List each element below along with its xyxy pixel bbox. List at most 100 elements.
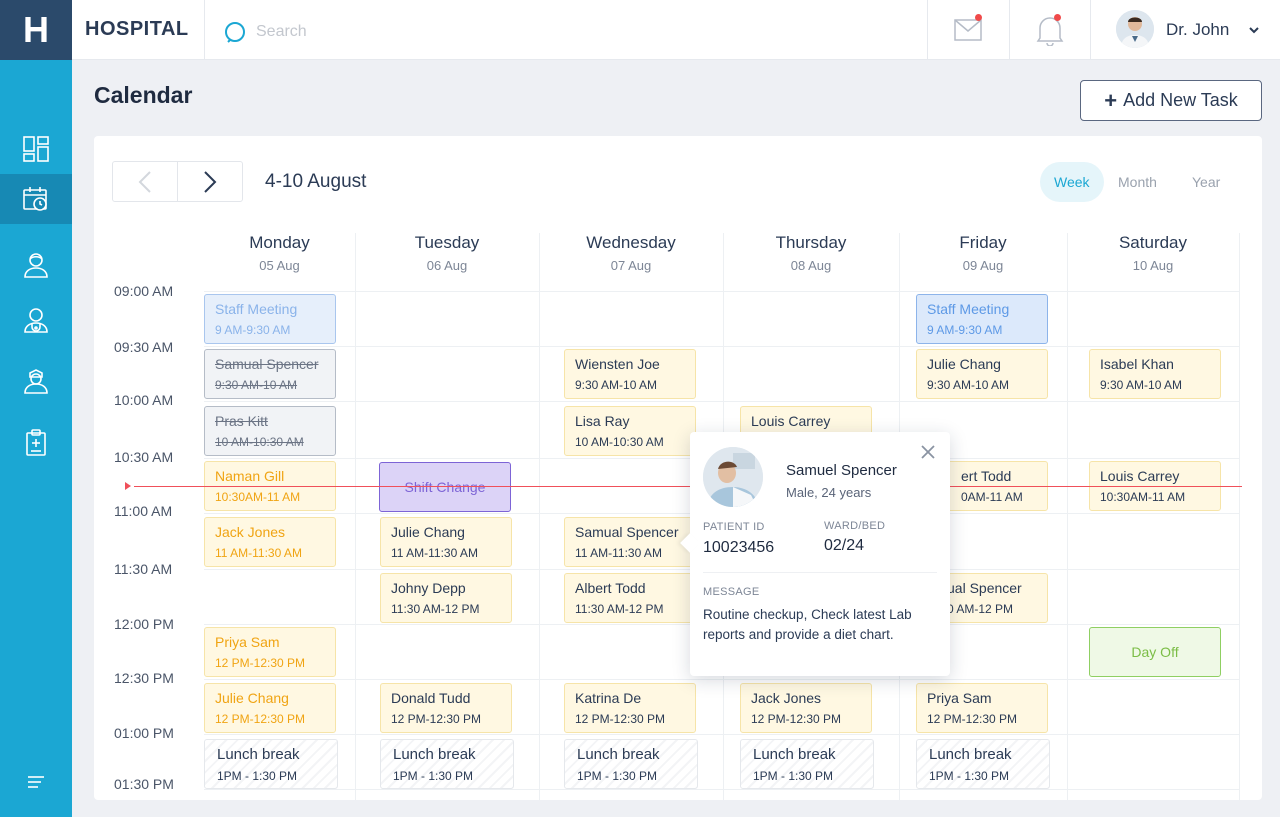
search-input[interactable] [256, 19, 856, 45]
day-header: Wednesday 07 Aug [539, 233, 723, 273]
tab-month[interactable]: Month [1104, 162, 1171, 202]
close-icon[interactable] [920, 444, 936, 460]
tab-year[interactable]: Year [1178, 162, 1234, 202]
event-card[interactable]: Julie Chang 12 PM-12:30 PM [204, 683, 336, 733]
event-title: Priya Sam [927, 690, 992, 706]
grid-line [204, 401, 1240, 402]
event-card[interactable]: Julie Chang 11 AM-11:30 AM [380, 517, 512, 567]
grid-line [1067, 233, 1068, 800]
grid-line [204, 291, 1240, 292]
event-card[interactable]: Donald Tudd 12 PM-12:30 PM [380, 683, 512, 733]
notifications-button[interactable] [1010, 0, 1090, 60]
calendar-clock-icon[interactable] [0, 174, 72, 224]
date-range: 4-10 August [265, 171, 367, 192]
clipboard-icon[interactable] [0, 417, 72, 467]
patient-icon[interactable] [0, 240, 72, 290]
event-title: Katrina De [575, 690, 642, 706]
event-title: Day Off [1131, 644, 1179, 660]
event-card[interactable]: Priya Sam 12 PM-12:30 PM [916, 683, 1048, 733]
prev-week-button[interactable] [113, 162, 178, 201]
time-label: 11:30 AM [114, 561, 173, 577]
event-card[interactable]: Isabel Khan 9:30 AM-10 AM [1089, 349, 1221, 399]
event-title: Pras Kitt [215, 413, 268, 429]
event-card[interactable]: Johny Depp 11:30 AM-12 PM [380, 573, 512, 623]
day-name: Wednesday [586, 233, 676, 252]
day-name: Monday [249, 233, 310, 252]
event-title: Lunch break [393, 746, 476, 763]
event-card[interactable]: Lunch break 1PM - 1:30 PM [204, 739, 338, 789]
time-label: 10:00 AM [114, 392, 174, 408]
app-logo[interactable]: H [0, 0, 72, 60]
sidebar: H [0, 0, 72, 817]
event-card[interactable]: Albert Todd 11:30 AM-12 PM [564, 573, 696, 623]
event-title: Samual Spencer [215, 356, 319, 372]
event-card[interactable]: Staff Meeting 9 AM-9:30 AM [204, 294, 336, 344]
event-time: 9:30 AM-10 AM [927, 378, 1010, 392]
tab-week[interactable]: Week [1040, 162, 1104, 202]
event-card[interactable]: Julie Chang 9:30 AM-10 AM [916, 349, 1048, 399]
nurse-icon[interactable] [0, 356, 72, 406]
event-title: Staff Meeting [927, 301, 1010, 317]
add-new-task-button[interactable]: + Add New Task [1080, 80, 1262, 121]
chevron-down-icon[interactable] [1248, 25, 1260, 35]
event-card[interactable]: Samual Spencer 11 AM-11:30 AM [564, 517, 696, 567]
event-card[interactable]: Jack Jones 11 AM-11:30 AM [204, 517, 336, 567]
event-card[interactable]: Samual Spencer 9:30 AM-10 AM [204, 349, 336, 399]
event-time: 12 PM-12:30 PM [575, 712, 666, 726]
event-card[interactable]: Lunch break 1PM - 1:30 PM [380, 739, 514, 789]
user-name[interactable]: Dr. John [1166, 20, 1229, 40]
event-title: Samual Spencer [575, 524, 679, 540]
divider [1090, 0, 1091, 60]
day-date: 10 Aug [1132, 258, 1174, 273]
event-time: 11:30 AM-12 PM [575, 602, 664, 616]
event-card[interactable]: Lunch break 1PM - 1:30 PM [564, 739, 698, 789]
grid-line [539, 233, 540, 800]
grid-line [1239, 233, 1240, 800]
dashboard-icon[interactable] [0, 124, 72, 174]
search-icon[interactable] [224, 21, 248, 45]
event-time: 1PM - 1:30 PM [393, 769, 474, 783]
current-time-marker [125, 482, 131, 490]
doctor-icon[interactable] [0, 295, 72, 345]
event-time: 10 AM-10:30 AM [215, 435, 304, 449]
event-title: Louis Carrey [1100, 468, 1180, 484]
message-label: MESSAGE [703, 586, 760, 598]
event-card[interactable]: Pras Kitt 10 AM-10:30 AM [204, 406, 336, 456]
event-title: Johny Depp [391, 580, 466, 596]
event-time: 12 PM-12:30 PM [391, 712, 482, 726]
patient-id-label: PATIENT ID [703, 521, 765, 533]
event-card[interactable]: Staff Meeting 9 AM-9:30 AM [916, 294, 1048, 344]
event-card[interactable]: Wiensten Joe 9:30 AM-10 AM [564, 349, 696, 399]
event-title: Jack Jones [751, 690, 822, 706]
event-time: 12 PM-12:30 PM [215, 712, 306, 726]
day-name: Saturday [1118, 233, 1188, 252]
avatar[interactable] [1116, 10, 1154, 48]
event-card[interactable]: Day Off [1089, 627, 1221, 677]
bell-notification-dot [1054, 14, 1061, 21]
event-time: 10:30AM-11 AM [215, 490, 301, 504]
mail-button[interactable] [928, 0, 1008, 60]
menu-icon[interactable] [0, 757, 72, 807]
day-date: 06 Aug [426, 258, 468, 273]
event-card[interactable]: Lunch break 1PM - 1:30 PM [740, 739, 874, 789]
event-title: Lisa Ray [575, 413, 630, 429]
event-title: Shift Change [404, 479, 486, 495]
event-time: 10 AM-10:30 AM [575, 435, 664, 449]
event-card[interactable]: Lisa Ray 10 AM-10:30 AM [564, 406, 696, 456]
event-time: 11 AM-11:30 AM [215, 546, 302, 560]
patient-info: Male, 24 years [786, 485, 872, 500]
event-title: Albert Todd [575, 580, 646, 596]
calendar-card: 4-10 August Week Month Year Monday 05 Aug… [94, 136, 1262, 800]
event-card[interactable]: Katrina De 12 PM-12:30 PM [564, 683, 696, 733]
event-card[interactable]: Priya Sam 12 PM-12:30 PM [204, 627, 336, 677]
page-title: Calendar [94, 82, 193, 108]
event-time: 12 PM-12:30 PM [751, 712, 842, 726]
event-title: ert Todd [961, 468, 1012, 484]
event-card[interactable]: Shift Change [379, 462, 511, 512]
event-title: Jack Jones [215, 524, 286, 540]
message-text: Routine checkup, Check latest Lab report… [703, 607, 912, 642]
event-time: 1PM - 1:30 PM [929, 769, 1010, 783]
event-card[interactable]: Lunch break 1PM - 1:30 PM [916, 739, 1050, 789]
event-card[interactable]: Jack Jones 12 PM-12:30 PM [740, 683, 872, 733]
next-week-button[interactable] [178, 162, 242, 201]
